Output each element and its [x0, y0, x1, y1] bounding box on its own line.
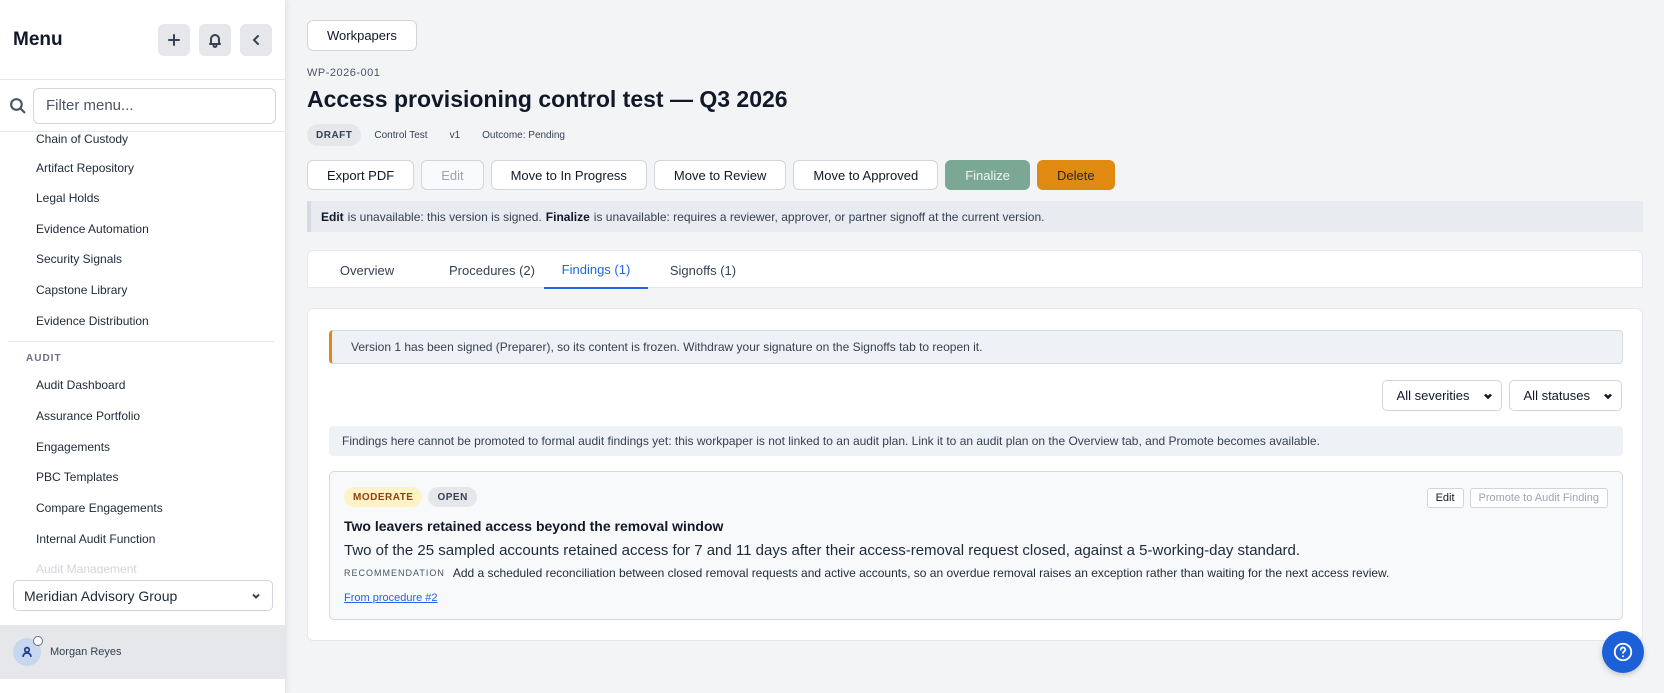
status-badges: DRAFT Control Test v1 Outcome: Pending: [307, 124, 578, 146]
version-badge: v1: [440, 124, 470, 146]
severity-badge: MODERATE: [344, 487, 423, 507]
tab-procedures[interactable]: Procedures (2): [426, 251, 558, 289]
user-footer[interactable]: Morgan Reyes: [0, 625, 285, 679]
sidebar-item-legal-holds[interactable]: Legal Holds: [36, 191, 99, 205]
tab-signoffs[interactable]: Signoffs (1): [648, 251, 758, 289]
chevron-down-icon: [1483, 393, 1492, 399]
tab-bar: Overview Procedures (2) Findings (1) Sig…: [307, 250, 1643, 289]
sidebar-item-compare-engagements[interactable]: Compare Engagements: [36, 501, 163, 515]
sidebar-item-pbc-templates[interactable]: PBC Templates: [36, 470, 118, 484]
severity-filter-value: All severities: [1396, 388, 1470, 403]
status-filter-select[interactable]: All statuses: [1508, 380, 1622, 411]
recommendation-text: Add a scheduled reconciliation between c…: [452, 566, 1390, 580]
move-to-in-progress-button[interactable]: Move to In Progress: [490, 160, 647, 190]
finalize-button[interactable]: Finalize: [945, 160, 1030, 190]
user-icon: [22, 646, 32, 657]
chevron-down-icon: [1604, 393, 1612, 399]
notice-finalize-label: Finalize: [545, 209, 590, 224]
sidebar-item-engagements[interactable]: Engagements: [36, 440, 110, 454]
workpaper-id: WP-2026-001: [307, 67, 381, 79]
draft-badge: DRAFT: [307, 124, 362, 146]
notice-finalize-text: is unavailable: requires a reviewer, app…: [593, 209, 1045, 224]
workpapers-breadcrumb-button[interactable]: Workpapers: [307, 20, 417, 51]
sidebar-item-internal-audit-function[interactable]: Internal Audit Function: [36, 532, 155, 546]
help-icon: [1613, 642, 1633, 662]
sidebar-item-security-signals[interactable]: Security Signals: [36, 252, 122, 266]
notice-edit-label: Edit: [321, 209, 344, 224]
status-dot: [33, 636, 43, 646]
sidebar-title: Menu: [13, 28, 63, 50]
sidebar-item-evidence-distribution[interactable]: Evidence Distribution: [36, 314, 149, 328]
finding-badges: MODERATE OPEN: [344, 487, 483, 507]
action-toolbar: Export PDF Edit Move to In Progress Move…: [307, 160, 1122, 190]
recommendation-label: RECOMMENDATION: [344, 568, 445, 578]
sidebar-section-audit: AUDIT: [26, 353, 62, 364]
procedure-link[interactable]: From procedure #2: [344, 592, 438, 604]
findings-filters: All severities All statuses: [1375, 380, 1622, 411]
tab-overview[interactable]: Overview: [322, 251, 412, 289]
severity-filter-select[interactable]: All severities: [1381, 380, 1502, 411]
page-title: Access provisioning control test — Q3 20…: [307, 86, 788, 112]
move-to-approved-button[interactable]: Move to Approved: [793, 160, 939, 190]
promote-unavailable-note: Findings here cannot be promoted to form…: [329, 426, 1623, 456]
sidebar-item-capstone-library[interactable]: Capstone Library: [36, 283, 127, 297]
type-badge: Control Test: [365, 124, 437, 146]
finding-actions: Edit Promote to Audit Finding: [1421, 488, 1608, 508]
sidebar-item-evidence-automation[interactable]: Evidence Automation: [36, 222, 149, 236]
edit-finding-button[interactable]: Edit: [1426, 488, 1464, 508]
export-pdf-button[interactable]: Export PDF: [307, 160, 415, 190]
sidebar-item-audit-dashboard[interactable]: Audit Dashboard: [36, 378, 125, 392]
edit-button[interactable]: Edit: [421, 160, 484, 190]
frozen-notice: Version 1 has been signed (Preparer), so…: [329, 330, 1623, 364]
user-name: Morgan Reyes: [50, 646, 122, 658]
sidebar-item-chain-of-custody[interactable]: Chain of Custody: [36, 132, 128, 146]
avatar: [13, 636, 43, 666]
sidebar-header: Menu: [0, 0, 285, 80]
sidebar: Menu Chain of Custody Artifact Repositor…: [0, 0, 286, 693]
filter-menu-input[interactable]: [33, 87, 276, 124]
bell-icon: [209, 33, 221, 48]
sidebar-divider: [8, 341, 275, 342]
sidebar-item-assurance-portfolio[interactable]: Assurance Portfolio: [36, 409, 140, 423]
move-to-review-button[interactable]: Move to Review: [653, 160, 787, 190]
chevron-down-icon: [252, 593, 260, 599]
notice-edit-text: is unavailable: this version is signed.: [347, 209, 542, 224]
finding-card: MODERATE OPEN Edit Promote to Audit Find…: [329, 471, 1623, 620]
sidebar-search: [0, 80, 285, 132]
promote-to-audit-finding-button[interactable]: Promote to Audit Finding: [1469, 488, 1608, 508]
tab-findings[interactable]: Findings (1): [544, 251, 648, 289]
finding-recommendation: RECOMMENDATION Add a scheduled reconcili…: [344, 566, 1389, 580]
organization-name: Meridian Advisory Group: [24, 587, 178, 604]
finding-description: Two of the 25 sampled accounts retained …: [344, 542, 1301, 559]
sidebar-item-artifact-repository[interactable]: Artifact Repository: [36, 161, 134, 175]
availability-notice: Edit is unavailable: this version is sig…: [307, 201, 1643, 232]
organization-select[interactable]: Meridian Advisory Group: [13, 580, 273, 611]
add-button[interactable]: [158, 23, 190, 56]
outcome-badge: Outcome: Pending: [473, 124, 574, 146]
sidebar-item-audit-management[interactable]: Audit Management: [36, 562, 137, 574]
sidebar-menu: Chain of Custody Artifact Repository Leg…: [0, 132, 285, 574]
search-icon: [10, 98, 26, 114]
chevron-left-icon: [253, 34, 259, 45]
delete-button[interactable]: Delete: [1037, 160, 1115, 190]
help-button[interactable]: [1602, 631, 1644, 673]
status-badge: OPEN: [428, 487, 477, 507]
findings-panel: Version 1 has been signed (Preparer), so…: [307, 308, 1643, 641]
notifications-button[interactable]: [199, 23, 231, 56]
finding-title: Two leavers retained access beyond the r…: [344, 518, 724, 534]
plus-icon: [168, 33, 180, 46]
collapse-sidebar-button[interactable]: [240, 23, 272, 56]
main-content: Workpapers WP-2026-001 Access provisioni…: [307, 0, 1644, 693]
status-filter-value: All statuses: [1523, 388, 1590, 403]
